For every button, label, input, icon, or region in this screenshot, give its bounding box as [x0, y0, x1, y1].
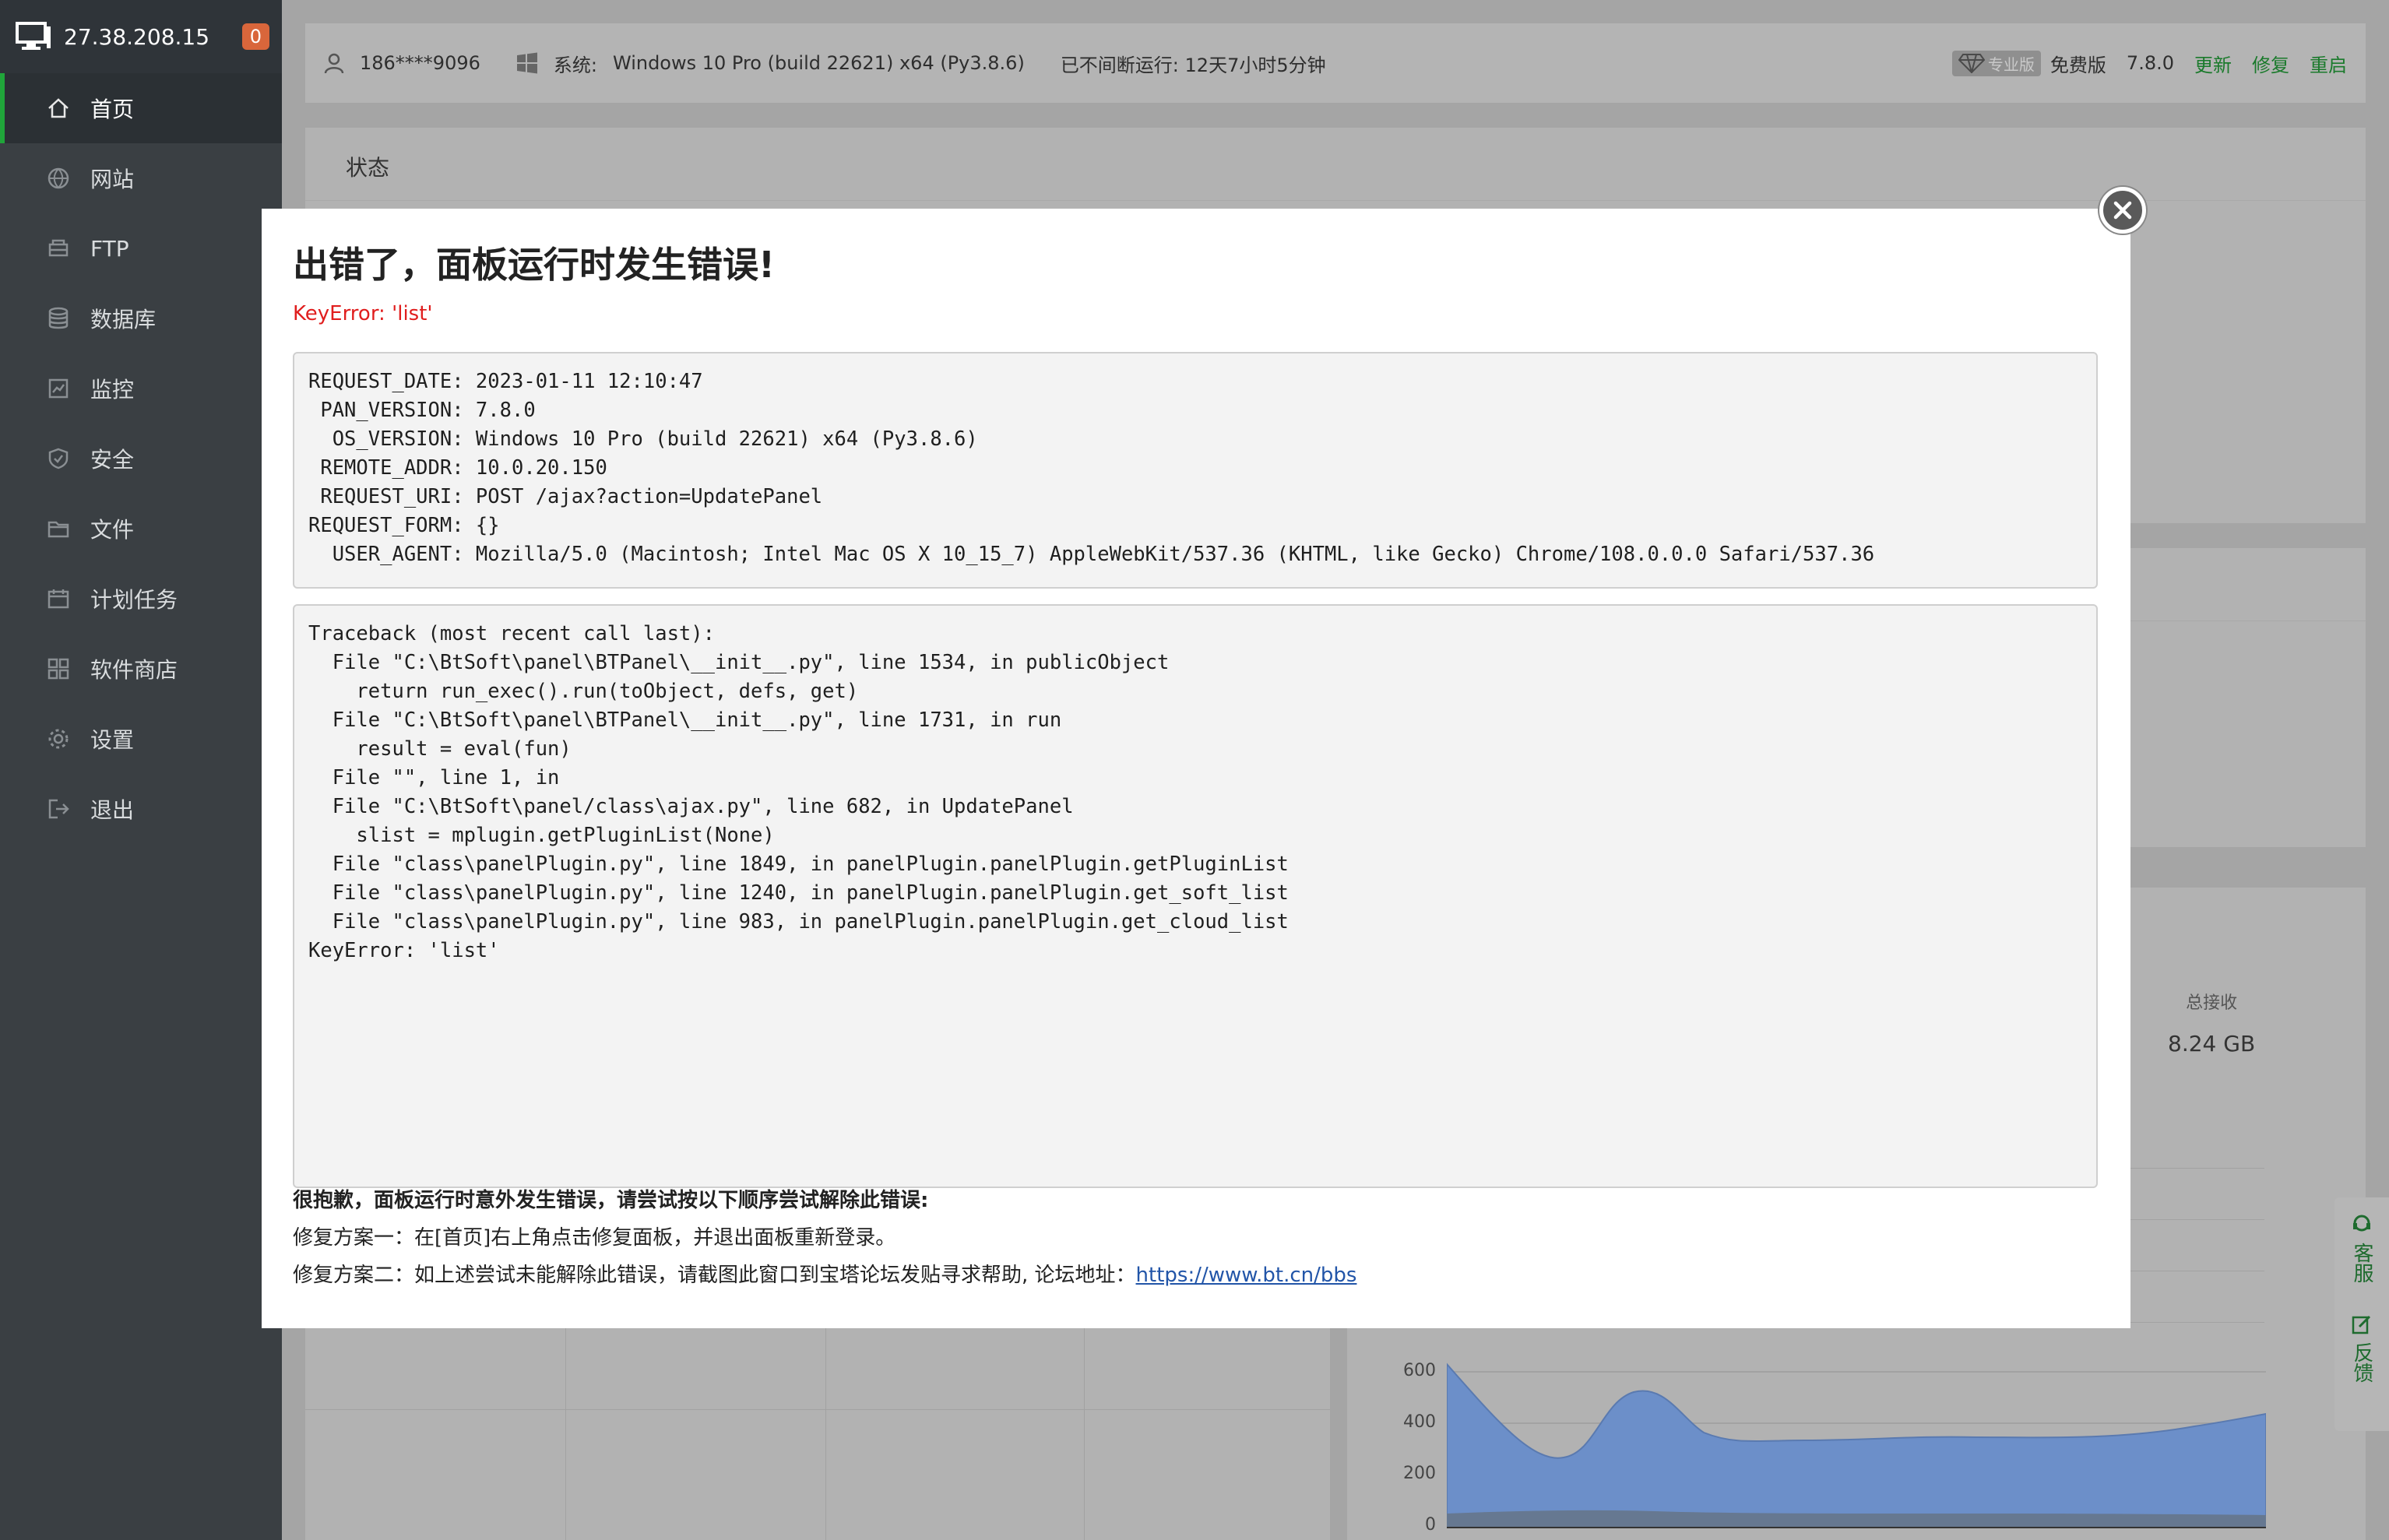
globe-icon	[47, 167, 69, 189]
sidebar-item-label: 监控	[90, 377, 135, 403]
sidebar-item-cron[interactable]: 计划任务	[0, 564, 282, 634]
customer-service-button[interactable]: 客服	[2350, 1197, 2373, 1299]
database-icon	[48, 307, 69, 329]
feedback-button[interactable]: 反馈	[2350, 1299, 2373, 1398]
diamond-icon	[1958, 54, 1985, 73]
sidebar-item-label: FTP	[90, 235, 129, 262]
chart-y-tick: 200	[1403, 1464, 1436, 1483]
tip-solution-one: 修复方案一：在[首页]右上角点击修复面板，并退出面板重新登录。	[293, 1226, 896, 1250]
floating-help-bar: 客服 反馈	[2334, 1197, 2389, 1431]
grid-divider	[305, 1409, 1330, 1410]
sidebar-item-website[interactable]: 网站	[0, 143, 282, 213]
restart-link[interactable]: 重启	[2310, 50, 2347, 77]
server-ip: 27.38.208.15	[64, 23, 210, 50]
update-link[interactable]: 更新	[2194, 50, 2232, 77]
tip-solution-two-text: 修复方案二：如上述尝试未能解除此错误，请截图此窗口到宝塔论坛发贴寻求帮助, 论坛…	[293, 1264, 1136, 1287]
forum-link[interactable]: https://www.bt.cn/bbs	[1136, 1264, 1357, 1287]
monitor-icon	[48, 378, 69, 399]
traceback-box: Traceback (most recent call last): File …	[293, 604, 2098, 1188]
headset-icon	[2353, 1215, 2370, 1232]
version-number: 7.8.0	[2126, 52, 2174, 74]
request-info-box: REQUEST_DATE: 2023-01-11 12:10:47 PAN_VE…	[293, 352, 2098, 589]
pro-badge[interactable]: 专业版	[1951, 50, 2041, 76]
customer-service-label: 客服	[2350, 1243, 2373, 1283]
ftp-icon	[48, 239, 69, 257]
pro-label: 专业版	[1987, 54, 2035, 74]
calendar-icon	[47, 589, 69, 609]
gear-icon	[48, 729, 69, 749]
top-info-bar: 186****9096 系统: Windows 10 Pro (build 22…	[305, 23, 2366, 103]
close-icon	[2113, 201, 2132, 220]
close-dialog-button[interactable]	[2099, 187, 2146, 234]
sidebar-nav: 首页 网站 FTP 数据库 监控 安全 文件 计划任务 软件商店 设置 退出	[0, 73, 282, 844]
apps-icon	[47, 658, 69, 680]
sidebar-item-label: 退出	[90, 797, 135, 823]
sidebar-item-label: 设置	[90, 727, 135, 753]
sidebar-item-settings[interactable]: 设置	[0, 704, 282, 774]
sidebar: 27.38.208.15 0 首页 网站 FTP 数据库 监控 安全 文件 计划…	[0, 0, 282, 1540]
sidebar-item-logout[interactable]: 退出	[0, 774, 282, 844]
traffic-area-chart	[1447, 1362, 2266, 1528]
total-received-label: 总接收	[2186, 993, 2238, 1013]
tips-heading: 很抱歉，面板运行时意外发生错误，请尝试按以下顺序尝试解除此错误:	[293, 1189, 929, 1212]
os-info: 系统: Windows 10 Pro (build 22621) x64 (Py…	[516, 50, 1025, 77]
sidebar-item-files[interactable]: 文件	[0, 494, 282, 564]
sidebar-item-ftp[interactable]: FTP	[0, 213, 282, 283]
edition-label: 免费版	[2049, 54, 2106, 76]
chart-y-tick: 600	[1403, 1361, 1436, 1380]
message-count-badge[interactable]: 0	[241, 23, 269, 50]
uptime-text: 已不间断运行: 12天7小时5分钟	[1060, 54, 1326, 76]
sidebar-item-label: 文件	[90, 517, 135, 543]
user-info: 186****9096	[324, 52, 480, 74]
total-received-stat: 总接收 8.24 GB	[2168, 989, 2255, 1057]
download-area	[1447, 1362, 2266, 1528]
total-received-value: 8.24 GB	[2168, 1031, 2256, 1057]
chart-y-tick: 400	[1403, 1412, 1436, 1432]
sidebar-item-label: 数据库	[90, 307, 157, 332]
shield-icon	[48, 448, 69, 469]
os-label: 系统:	[553, 54, 597, 76]
sidebar-item-monitor[interactable]: 监控	[0, 353, 282, 424]
folder-icon	[47, 521, 69, 538]
sidebar-fill	[0, 849, 282, 1540]
windows-icon	[516, 52, 537, 74]
repair-link[interactable]: 修复	[2252, 50, 2289, 77]
home-icon	[48, 98, 69, 118]
sidebar-header: 27.38.208.15 0	[0, 0, 282, 73]
error-dialog: 出错了，面板运行时发生错误! KeyError: 'list' REQUEST_…	[262, 209, 2130, 1328]
error-message: KeyError: 'list'	[293, 302, 433, 325]
sidebar-item-label: 网站	[90, 167, 135, 192]
error-dialog-title: 出错了，面板运行时发生错误!	[293, 244, 775, 286]
monitor-icon	[16, 22, 51, 50]
tip-solution-two: 修复方案二：如上述尝试未能解除此错误，请截图此窗口到宝塔论坛发贴寻求帮助, 论坛…	[293, 1257, 1356, 1294]
sidebar-item-database[interactable]: 数据库	[0, 283, 282, 353]
uptime-info: 已不间断运行: 12天7小时5分钟	[1061, 50, 1326, 77]
logout-icon	[48, 799, 69, 819]
os-value: Windows 10 Pro (build 22621) x64 (Py3.8.…	[612, 52, 1025, 74]
sidebar-item-home[interactable]: 首页	[0, 73, 282, 143]
version-controls: 专业版 免费版 7.8.0 更新 修复 重启	[1951, 50, 2347, 77]
chart-y-tick: 0	[1425, 1515, 1436, 1535]
user-icon	[324, 53, 344, 74]
edit-icon	[2352, 1315, 2371, 1334]
feedback-label: 反馈	[2350, 1342, 2373, 1383]
sidebar-item-label: 首页	[90, 97, 135, 122]
error-tips: 很抱歉，面板运行时意外发生错误，请尝试按以下顺序尝试解除此错误: 修复方案一：在…	[293, 1182, 1356, 1294]
sidebar-item-security[interactable]: 安全	[0, 424, 282, 494]
status-panel-title: 状态	[305, 128, 2366, 201]
sidebar-item-store[interactable]: 软件商店	[0, 634, 282, 704]
sidebar-item-label: 安全	[90, 447, 135, 473]
user-phone: 186****9096	[360, 52, 480, 74]
sidebar-item-label: 计划任务	[90, 587, 178, 613]
sidebar-item-label: 软件商店	[90, 657, 178, 683]
